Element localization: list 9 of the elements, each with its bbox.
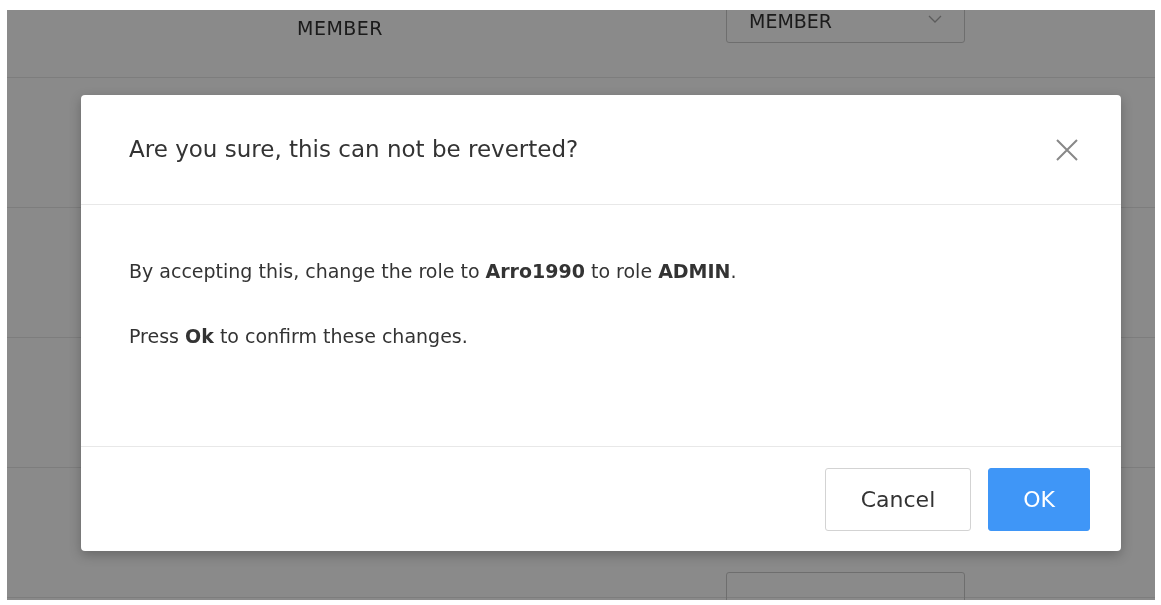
role-text: MEMBER — [297, 16, 384, 41]
dialog-title: Are you sure, this can not be reverted? — [129, 135, 579, 164]
close-button[interactable] — [1055, 137, 1079, 162]
message-text: By accepting this, change the role to Arro1990 to role ADMIN. — [129, 259, 738, 284]
role-select[interactable]: MEMBER — [726, 10, 965, 43]
cancel-button[interactable]: Cancel — [825, 467, 971, 531]
caret-icon — [928, 15, 942, 23]
message-text: Press Ok to confirm these changes. — [129, 323, 469, 349]
ok-button[interactable]: OK — [988, 467, 1090, 531]
